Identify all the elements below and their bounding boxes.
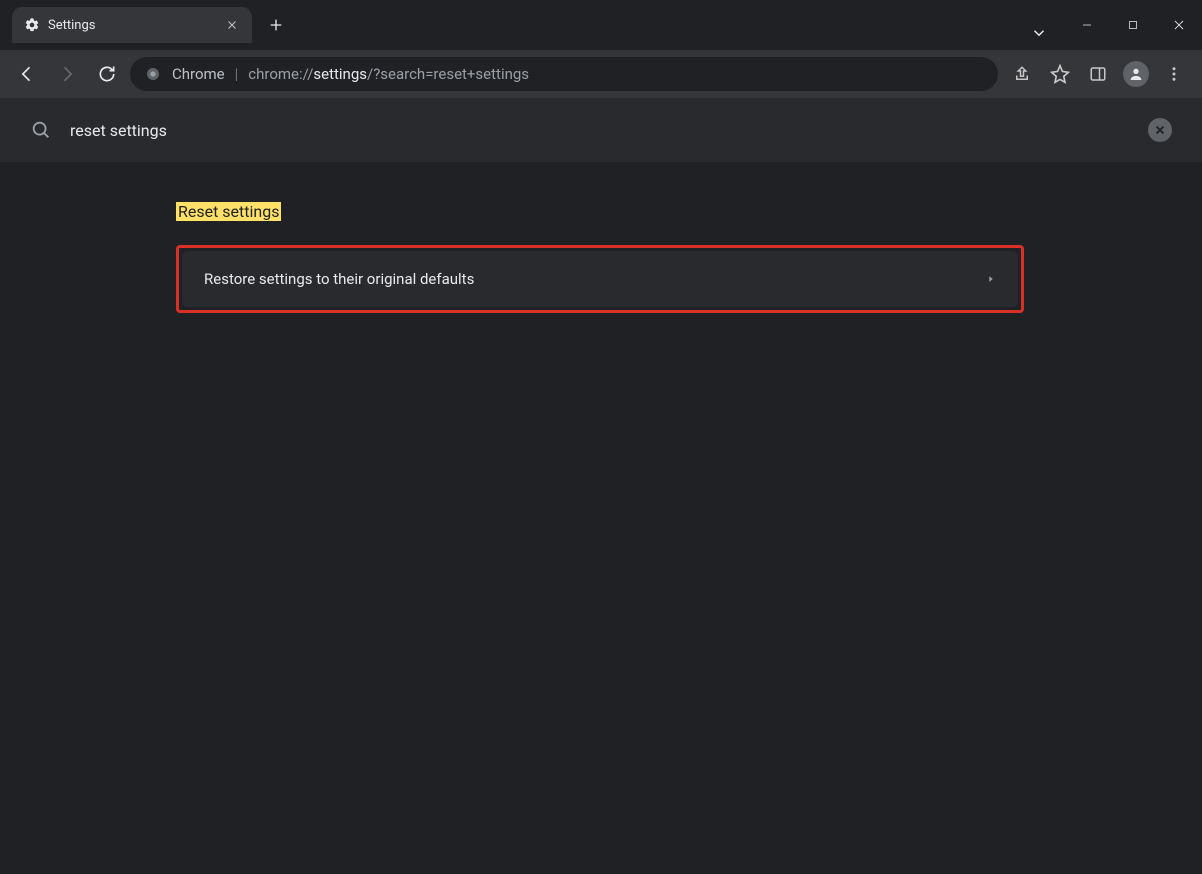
section-title-reset-settings: Reset settings <box>176 202 281 221</box>
close-tab-icon[interactable] <box>224 17 240 33</box>
toolbar-actions <box>1004 56 1192 92</box>
close-window-button[interactable] <box>1156 8 1202 42</box>
omnibox-url: chrome://settings/?search=reset+settings <box>248 65 529 83</box>
side-panel-icon[interactable] <box>1080 56 1116 92</box>
restore-defaults-row[interactable]: Restore settings to their original defau… <box>182 251 1018 307</box>
settings-search-bar <box>0 98 1202 162</box>
gear-icon <box>24 17 40 33</box>
search-icon <box>30 119 52 141</box>
clear-search-button[interactable] <box>1148 118 1172 142</box>
url-suffix: /?search=reset+settings <box>367 65 529 83</box>
chrome-icon <box>144 65 162 83</box>
maximize-button[interactable] <box>1110 8 1156 42</box>
reload-button[interactable] <box>90 57 124 91</box>
omnibox[interactable]: Chrome | chrome://settings/?search=reset… <box>130 57 998 91</box>
kebab-menu-icon[interactable] <box>1156 56 1192 92</box>
browser-toolbar: Chrome | chrome://settings/?search=reset… <box>0 50 1202 98</box>
url-prefix: chrome:// <box>248 65 313 83</box>
share-icon[interactable] <box>1004 56 1040 92</box>
back-button[interactable] <box>10 57 44 91</box>
minimize-button[interactable] <box>1064 8 1110 42</box>
chevron-right-icon <box>986 274 996 284</box>
omnibox-origin: Chrome <box>172 65 225 83</box>
bookmark-icon[interactable] <box>1042 56 1078 92</box>
tab-strip: Settings <box>0 0 1022 50</box>
url-path-bold: settings <box>313 65 367 83</box>
restore-defaults-label: Restore settings to their original defau… <box>204 270 474 288</box>
tab-title: Settings <box>48 18 216 33</box>
settings-search-input[interactable] <box>70 121 1130 140</box>
avatar-icon <box>1123 61 1149 87</box>
forward-button[interactable] <box>50 57 84 91</box>
browser-tab-settings[interactable]: Settings <box>12 7 252 43</box>
settings-content: Reset settings Restore settings to their… <box>0 162 1202 874</box>
profile-button[interactable] <box>1118 56 1154 92</box>
window-titlebar: Settings <box>0 0 1202 50</box>
new-tab-button[interactable] <box>262 11 290 39</box>
tab-search-button[interactable] <box>1022 16 1056 50</box>
window-controls <box>1064 0 1202 50</box>
omnibox-separator: | <box>235 65 239 83</box>
annotation-highlight: Restore settings to their original defau… <box>176 245 1024 313</box>
